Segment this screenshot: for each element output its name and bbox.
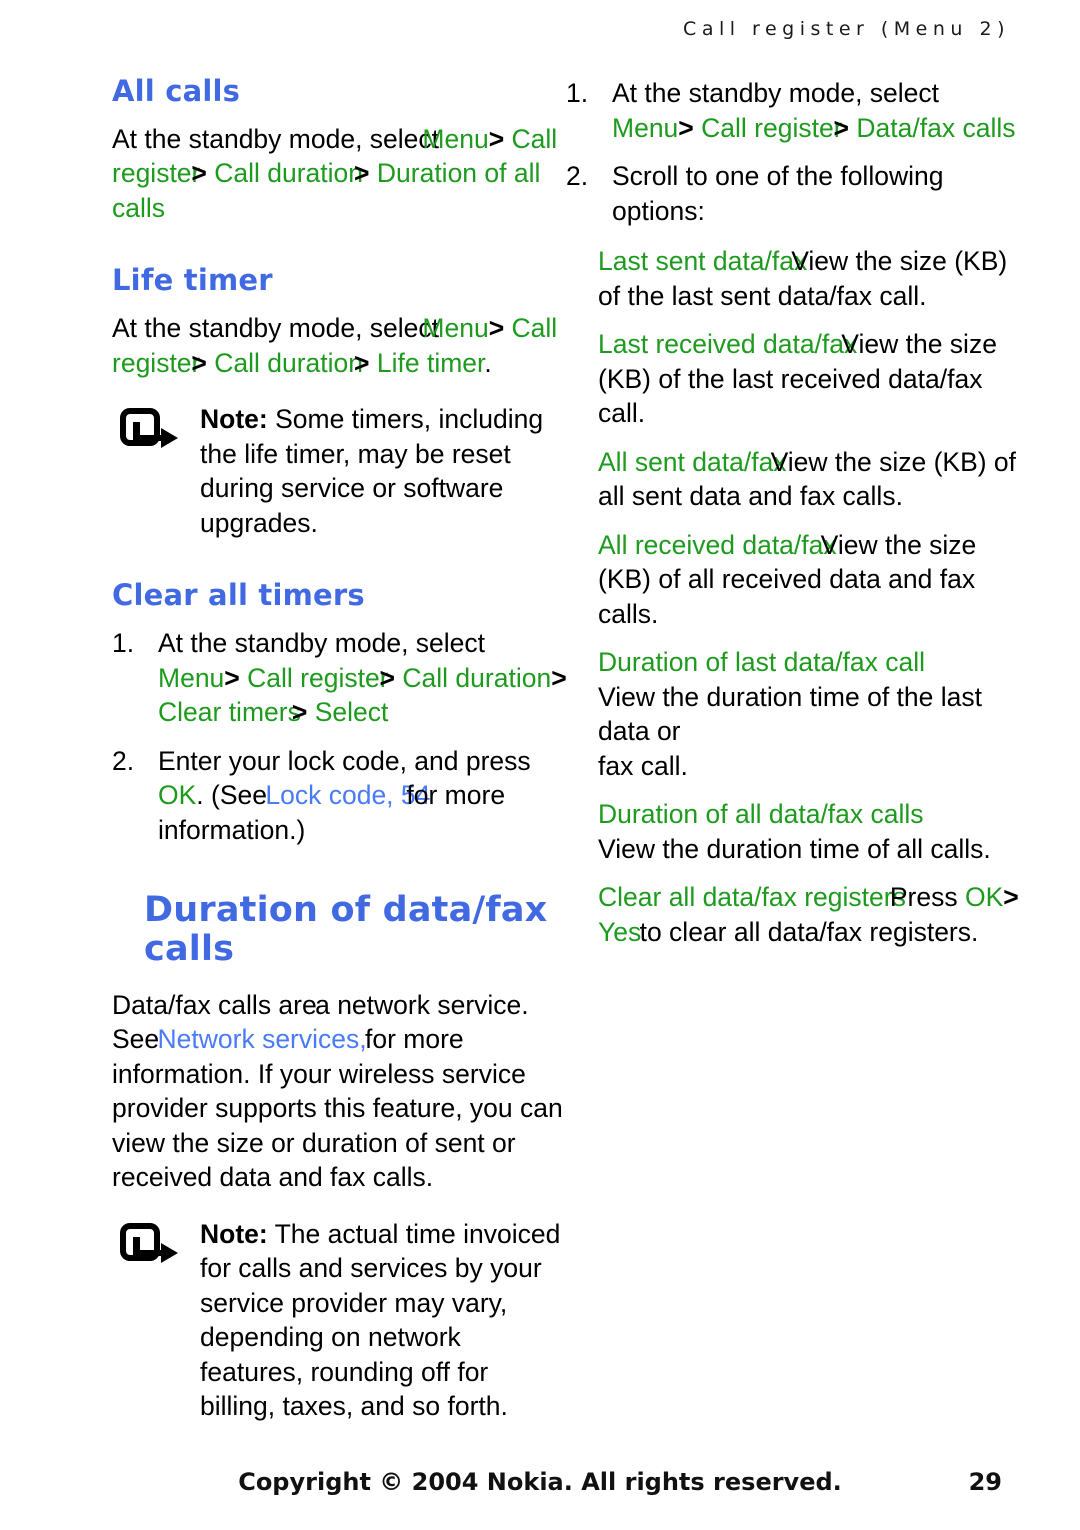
xref-network-services[interactable]: Network services, — [158, 1024, 367, 1054]
path-clear-timers: Clear timers — [158, 697, 301, 728]
path-arrow-2: > — [379, 662, 396, 693]
option-clear-all-registers: Clear all data/fax registersPress OK> Ye… — [598, 880, 1021, 949]
copyright-notice: Copyright © 2004 Nokia. All rights reser… — [238, 1468, 842, 1496]
step-text: At the standby mode, select — [158, 628, 486, 659]
option-description-line1: View the duration time of the last data … — [598, 681, 982, 747]
option-name: Last received data/fax — [598, 329, 858, 359]
path-call-duration: Call duration — [214, 158, 364, 189]
note-arrow-icon — [120, 1222, 182, 1267]
path-menu: Menu — [422, 313, 489, 344]
see-text: . (See — [196, 780, 275, 811]
heading-life-timer: Life timer — [112, 263, 273, 298]
note-block-life-timer: Note: Some timers, including the life ti… — [112, 402, 567, 540]
page-number: 29 — [968, 1468, 1002, 1496]
note-arrow-icon — [120, 408, 182, 452]
heading-clear-all-timers: Clear all timers — [112, 578, 365, 613]
path-arrow-1: > — [1003, 882, 1019, 912]
option-all-sent: All sent data/faxView the size (KB) of a… — [598, 445, 1021, 514]
left-column: All calls At the standby mode, select Me… — [112, 74, 567, 1446]
path-call-duration: Call duration — [402, 662, 552, 693]
option-last-received: Last received data/faxView the size (KB)… — [598, 327, 1021, 431]
path-life-timer: Life timer — [376, 347, 485, 378]
option-description-line2: fax call. — [598, 750, 688, 781]
heading-all-calls: All calls — [112, 74, 241, 108]
note-label: Note: — [200, 1218, 268, 1249]
path-arrow-3: > — [354, 347, 370, 378]
path-arrow-3: > — [354, 158, 370, 189]
life-timer-intro: At the standby mode, select — [112, 313, 447, 344]
note-text: Note: The actual time invoiced for calls… — [200, 1217, 567, 1424]
option-name: Duration of all data/fax calls — [598, 799, 924, 829]
step-number: 1. — [112, 628, 135, 659]
path-data-fax-calls: Data/fax calls — [856, 112, 1016, 143]
path-arrow-2: > — [833, 112, 850, 143]
note-block-billing: Note: The actual time invoiced for calls… — [112, 1217, 567, 1424]
step-number: 1. — [566, 78, 589, 108]
option-description: View the duration time of all calls. — [598, 833, 991, 864]
path-arrow-3: > — [551, 662, 567, 693]
list-item: 2. Scroll to one of the following options… — [566, 159, 1021, 228]
option-last-sent: Last sent data/faxView the size (KB) of … — [598, 244, 1021, 313]
list-item: 1. At the standby mode, select Menu> Call… — [112, 626, 567, 730]
path-arrow-1: > — [488, 313, 505, 344]
page-footer: Copyright © 2004 Nokia. All rights reser… — [0, 1468, 1080, 1502]
duration-intro-paragraph: Data/fax calls are a network service. Se… — [112, 988, 567, 1195]
all-calls-path: At the standby mode, select Menu> Call r… — [112, 122, 567, 226]
path-select: Select — [314, 697, 389, 728]
document-page: Call register (Menu 2) All calls At the … — [0, 0, 1080, 1530]
path-call-register: Call register — [247, 662, 389, 693]
option-duration-of-all: Duration of all data/fax calls View the d… — [598, 797, 1021, 866]
step-text: Scroll to one of the following options: — [612, 161, 944, 226]
path-call-register: Call register — [701, 112, 843, 143]
data-fax-steps: 1. At the standby mode, select Menu> Call… — [566, 76, 1021, 228]
path-menu: Menu — [422, 123, 489, 154]
path-menu: Menu — [612, 112, 679, 143]
option-name: All received data/fax — [598, 529, 837, 560]
path-arrow-1: > — [224, 662, 240, 693]
right-column: 1. At the standby mode, select Menu> Call… — [566, 76, 1021, 963]
all-calls-intro: At the standby mode, select — [112, 123, 447, 154]
step-number: 2. — [566, 161, 589, 191]
path-arrow-1: > — [488, 123, 505, 154]
path-period: . — [484, 347, 492, 378]
life-timer-path: At the standby mode, select Menu> Call r… — [112, 311, 567, 380]
step-number: 2. — [112, 745, 135, 776]
note-label: Note: — [200, 404, 268, 435]
list-item: 2. Enter your lock code, and press OK. (S… — [112, 744, 567, 848]
path-arrow-1: > — [678, 112, 694, 143]
key-ok: OK — [964, 882, 1004, 912]
option-name: Last sent data/fax — [598, 246, 808, 276]
note-text: Note: Some timers, including the life ti… — [200, 402, 567, 540]
page-title: Duration of data/fax calls — [144, 891, 567, 969]
list-item: 1. At the standby mode, select Menu> Call… — [566, 76, 1021, 145]
clear-tail-text: to clear all data/fax registers. — [632, 916, 979, 947]
page-title-line2: calls — [144, 929, 235, 970]
step-text-before: Enter your lock code, and press — [158, 745, 531, 776]
press-text: Press — [889, 882, 965, 912]
intro-part-a: Data/fax calls are — [112, 989, 317, 1020]
clear-all-timers-steps: 1. At the standby mode, select Menu> Call… — [112, 626, 567, 847]
option-name: Duration of last data/fax call — [598, 647, 926, 677]
key-ok: OK — [158, 780, 197, 811]
page-title-line1: Duration of data/fax — [144, 890, 548, 931]
path-arrow-2: > — [191, 158, 207, 189]
path-arrow-2: > — [191, 347, 207, 378]
path-call-duration: Call duration — [214, 347, 364, 378]
path-menu: Menu — [158, 662, 225, 693]
running-header: Call register (Menu 2) — [683, 18, 1010, 40]
step-text: At the standby mode, select — [612, 78, 940, 108]
option-duration-of-last: Duration of last data/fax call View the d… — [598, 645, 1021, 783]
option-all-received: All received data/faxView the size (KB) … — [598, 528, 1021, 632]
option-name: All sent data/fax — [598, 446, 787, 477]
option-name: Clear all data/fax registers — [598, 882, 906, 912]
path-arrow-4: > — [291, 697, 308, 728]
